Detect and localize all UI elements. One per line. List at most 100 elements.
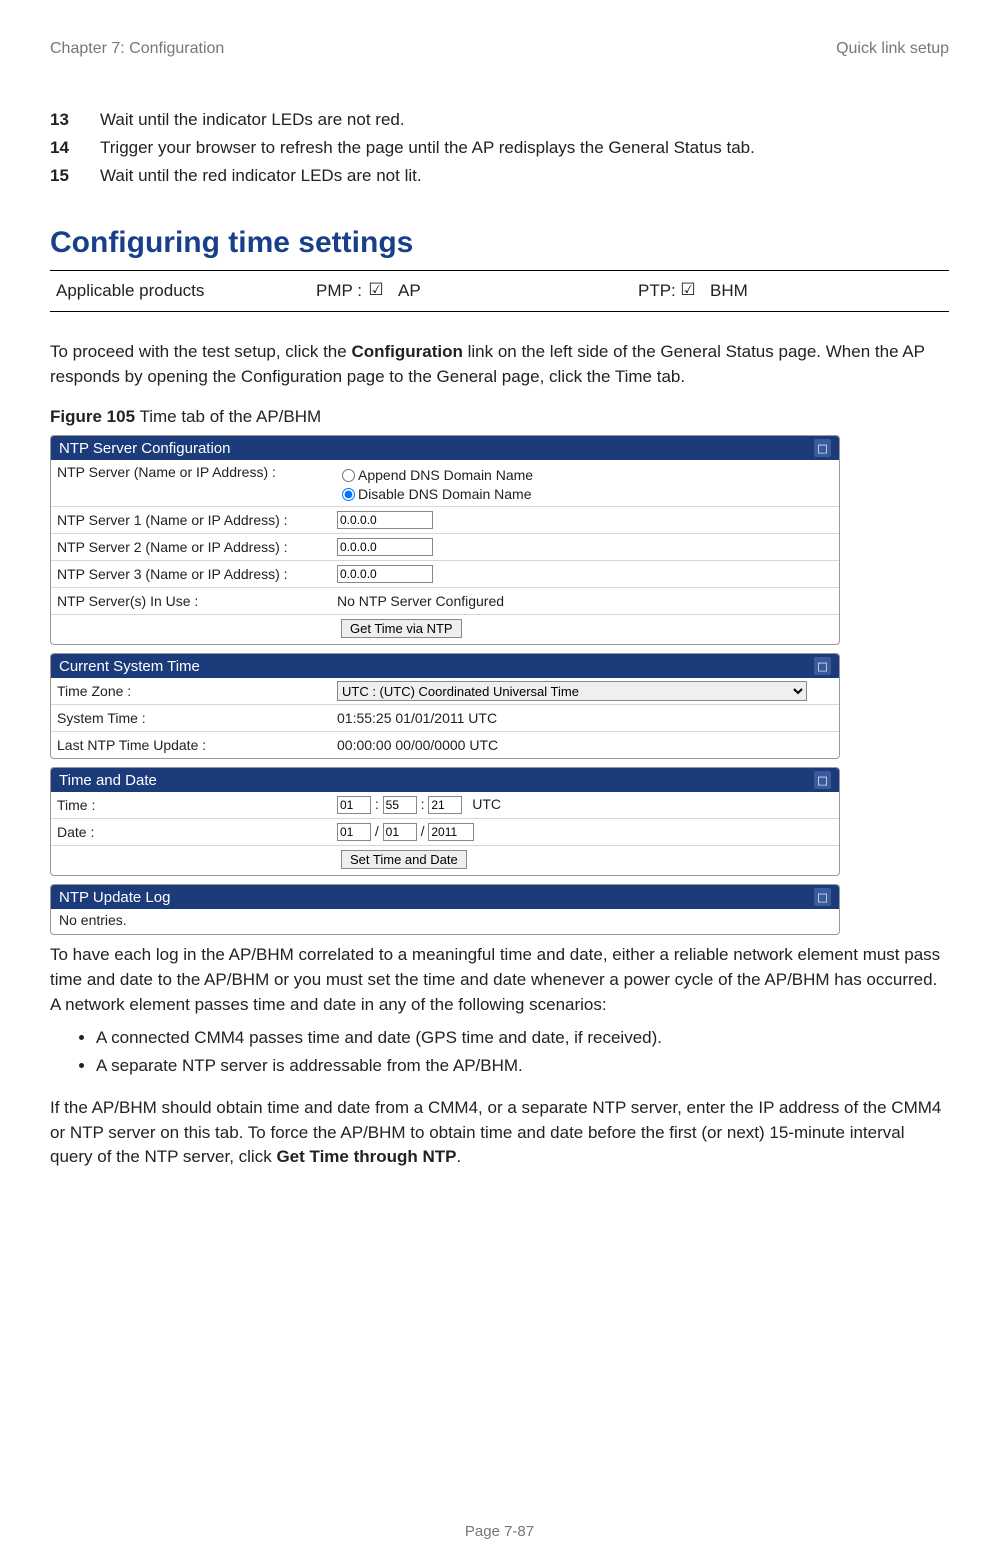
ntp-config-panel: NTP Server Configuration □ NTP Server (N… bbox=[50, 435, 840, 645]
ntp-server2-row: NTP Server 2 (Name or IP Address) : bbox=[51, 534, 839, 561]
date-sep1: / bbox=[375, 823, 379, 839]
pmp-label: PMP : bbox=[316, 281, 368, 301]
last-ntp-row: Last NTP Time Update : 00:00:00 00/00/00… bbox=[51, 732, 839, 758]
dns-append-radio[interactable]: Append DNS Domain Name bbox=[337, 464, 833, 483]
figure-caption: Figure 105 Time tab of the AP/BHM bbox=[50, 407, 949, 427]
date-year-input[interactable] bbox=[428, 823, 474, 841]
pmp-item: AP bbox=[384, 281, 638, 301]
intro-bold: Configuration bbox=[351, 342, 462, 361]
panel-header: Current System Time □ bbox=[51, 654, 839, 678]
step-list: 13 Wait until the indicator LEDs are not… bbox=[50, 110, 949, 186]
bullet-list: A connected CMM4 passes time and date (G… bbox=[70, 1025, 949, 1078]
collapse-icon[interactable]: □ bbox=[814, 657, 831, 675]
date-day-input[interactable] bbox=[383, 823, 417, 841]
bullet-item: A connected CMM4 passes time and date (G… bbox=[96, 1025, 949, 1051]
panel-title: NTP Server Configuration bbox=[59, 440, 230, 457]
intro-paragraph: To proceed with the test setup, click th… bbox=[50, 340, 949, 389]
date-month-input[interactable] bbox=[337, 823, 371, 841]
time-tz-text: UTC bbox=[472, 796, 501, 812]
step-text: Wait until the indicator LEDs are not re… bbox=[100, 110, 949, 130]
tz-label: Time Zone : bbox=[57, 683, 337, 699]
time-row: Time : : : UTC bbox=[51, 792, 839, 819]
time-sec-input[interactable] bbox=[428, 796, 462, 814]
header-left: Chapter 7: Configuration bbox=[50, 40, 224, 58]
after-figure-paragraph: To have each log in the AP/BHM correlate… bbox=[50, 943, 949, 1017]
time-label: Time : bbox=[57, 797, 337, 813]
final-pre: If the AP/BHM should obtain time and dat… bbox=[50, 1098, 941, 1166]
step-text: Wait until the red indicator LEDs are no… bbox=[100, 166, 949, 186]
ptp-label: PTP: bbox=[638, 281, 680, 301]
ntp1-input[interactable] bbox=[337, 511, 433, 529]
final-bold: Get Time through NTP bbox=[276, 1147, 456, 1166]
time-hour-input[interactable] bbox=[337, 796, 371, 814]
ntp-inuse-label: NTP Server(s) In Use : bbox=[57, 593, 337, 609]
step-number: 14 bbox=[50, 138, 100, 158]
final-post: . bbox=[457, 1147, 462, 1166]
tz-select[interactable]: UTC : (UTC) Coordinated Universal Time bbox=[337, 681, 807, 701]
radio-append[interactable] bbox=[342, 469, 355, 482]
time-sep2: : bbox=[421, 796, 425, 812]
ntp2-input[interactable] bbox=[337, 538, 433, 556]
panel-header: Time and Date □ bbox=[51, 768, 839, 792]
final-paragraph: If the AP/BHM should obtain time and dat… bbox=[50, 1096, 949, 1170]
intro-pre: To proceed with the test setup, click th… bbox=[50, 342, 351, 361]
time-tab-figure: NTP Server Configuration □ NTP Server (N… bbox=[50, 435, 840, 935]
ntp2-label: NTP Server 2 (Name or IP Address) : bbox=[57, 539, 337, 555]
ntp3-input[interactable] bbox=[337, 565, 433, 583]
current-system-time-panel: Current System Time □ Time Zone : UTC : … bbox=[50, 653, 840, 759]
time-and-date-panel: Time and Date □ Time : : : UTC Date : bbox=[50, 767, 840, 876]
ptp-item: BHM bbox=[696, 281, 748, 301]
section-heading: Configuring time settings bbox=[50, 226, 949, 260]
ntp-server3-row: NTP Server 3 (Name or IP Address) : bbox=[51, 561, 839, 588]
radio-disable[interactable] bbox=[342, 488, 355, 501]
bullet-item: A separate NTP server is addressable fro… bbox=[96, 1053, 949, 1079]
collapse-icon[interactable]: □ bbox=[814, 771, 831, 789]
step-item: 13 Wait until the indicator LEDs are not… bbox=[50, 110, 949, 130]
ntp-dns-label: NTP Server (Name or IP Address) : bbox=[57, 464, 337, 480]
last-ntp-value: 00:00:00 00/00/0000 UTC bbox=[337, 737, 833, 753]
panel-title: Current System Time bbox=[59, 658, 200, 675]
step-number: 13 bbox=[50, 110, 100, 130]
ptp-checkbox: ☑ bbox=[680, 282, 696, 298]
dns-disable-label: Disable DNS Domain Name bbox=[358, 486, 532, 502]
collapse-icon[interactable]: □ bbox=[814, 439, 831, 457]
set-time-button-row: Set Time and Date bbox=[51, 846, 839, 875]
time-sep1: : bbox=[375, 796, 379, 812]
step-item: 15 Wait until the red indicator LEDs are… bbox=[50, 166, 949, 186]
ntp-update-log-panel: NTP Update Log □ No entries. bbox=[50, 884, 840, 935]
step-item: 14 Trigger your browser to refresh the p… bbox=[50, 138, 949, 158]
ntp-button-row: Get Time via NTP bbox=[51, 615, 839, 644]
collapse-icon[interactable]: □ bbox=[814, 888, 831, 906]
panel-title: Time and Date bbox=[59, 772, 157, 789]
ntp-inuse-row: NTP Server(s) In Use : No NTP Server Con… bbox=[51, 588, 839, 615]
get-time-via-ntp-button[interactable]: Get Time via NTP bbox=[341, 619, 462, 638]
running-header: Chapter 7: Configuration Quick link setu… bbox=[50, 40, 949, 58]
ntp1-label: NTP Server 1 (Name or IP Address) : bbox=[57, 512, 337, 528]
step-text: Trigger your browser to refresh the page… bbox=[100, 138, 949, 158]
page-footer: Page 7-87 bbox=[0, 1523, 999, 1540]
set-time-and-date-button[interactable]: Set Time and Date bbox=[341, 850, 467, 869]
last-ntp-label: Last NTP Time Update : bbox=[57, 737, 337, 753]
figure-title: Time tab of the AP/BHM bbox=[135, 407, 321, 426]
figure-number: Figure 105 bbox=[50, 407, 135, 426]
date-label: Date : bbox=[57, 824, 337, 840]
panel-header: NTP Update Log □ bbox=[51, 885, 839, 909]
dns-disable-radio[interactable]: Disable DNS Domain Name bbox=[337, 483, 833, 502]
ntp-dns-row: NTP Server (Name or IP Address) : Append… bbox=[51, 460, 839, 507]
panel-header: NTP Server Configuration □ bbox=[51, 436, 839, 460]
step-number: 15 bbox=[50, 166, 100, 186]
ntp3-label: NTP Server 3 (Name or IP Address) : bbox=[57, 566, 337, 582]
sys-time-label: System Time : bbox=[57, 710, 337, 726]
applicable-label: Applicable products bbox=[56, 281, 316, 301]
ntp-log-body: No entries. bbox=[51, 909, 839, 934]
ntp-inuse-value: No NTP Server Configured bbox=[337, 593, 833, 609]
system-time-row: System Time : 01:55:25 01/01/2011 UTC bbox=[51, 705, 839, 732]
applicable-products-row: Applicable products PMP : ☑ AP PTP: ☑ BH… bbox=[50, 270, 949, 312]
date-row: Date : / / bbox=[51, 819, 839, 846]
ntp-server1-row: NTP Server 1 (Name or IP Address) : bbox=[51, 507, 839, 534]
timezone-row: Time Zone : UTC : (UTC) Coordinated Univ… bbox=[51, 678, 839, 705]
sys-time-value: 01:55:25 01/01/2011 UTC bbox=[337, 710, 833, 726]
dns-append-label: Append DNS Domain Name bbox=[358, 467, 533, 483]
header-right: Quick link setup bbox=[836, 40, 949, 58]
time-min-input[interactable] bbox=[383, 796, 417, 814]
